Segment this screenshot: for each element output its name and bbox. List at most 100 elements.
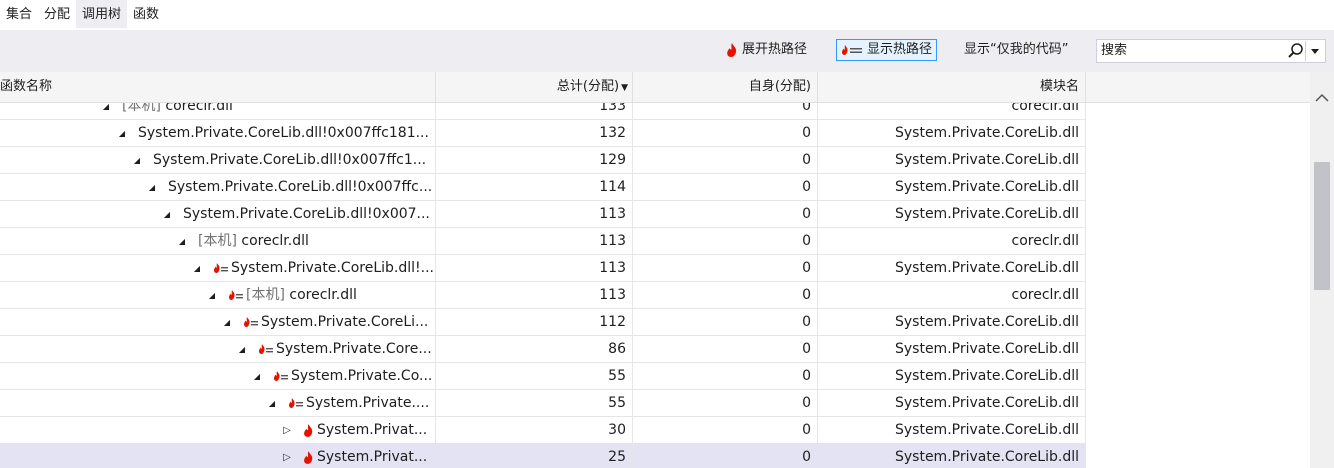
native-prefix: [本机] <box>246 286 290 303</box>
tab-functions[interactable]: 函数 <box>127 0 165 28</box>
function-name-wrap: ◢ System.Private.CoreLib.dll!0x007ffc... <box>146 174 432 200</box>
vertical-scrollbar[interactable] <box>1310 72 1334 468</box>
cell-module: coreclr.dll <box>818 103 1086 119</box>
cell-function-name: ◢ System.Private.Core... <box>0 336 436 362</box>
cell-total: 113 <box>436 282 633 308</box>
search-input[interactable] <box>1101 42 1281 58</box>
collapse-arrow-icon[interactable]: ◢ <box>191 255 203 282</box>
table-row[interactable]: ◢ System.Private.CoreLib.dll!0x007ffc... 1… <box>0 174 1086 201</box>
hot-path-icon <box>243 317 258 327</box>
cell-self: 0 <box>633 103 818 119</box>
table-row[interactable]: ◢ System.Private.CoreLib.dll!0x007... 113 0… <box>0 201 1086 228</box>
table-row[interactable]: ◢ [本机] coreclr.dll 133 0 coreclr.dll <box>0 103 1086 120</box>
collapse-arrow-icon[interactable]: ◢ <box>206 282 218 309</box>
cell-total: 132 <box>436 120 633 146</box>
cell-function-name: ▷ System.Privat... <box>0 417 436 443</box>
tab-call-tree[interactable]: 调用树 <box>76 0 128 28</box>
table-row[interactable]: ◢ [本机] coreclr.dll 113 0 coreclr.dll <box>0 282 1086 309</box>
show-hot-path-button[interactable]: 显示热路径 <box>836 39 938 61</box>
table-row[interactable]: ◢ System.Private.CoreLib.dll!... 113 0 Syste… <box>0 255 1086 282</box>
collapse-arrow-icon[interactable]: ◢ <box>100 103 112 120</box>
scrollbar-thumb[interactable] <box>1314 162 1330 290</box>
cell-total: 113 <box>436 255 633 281</box>
cell-self: 0 <box>633 120 818 146</box>
cell-self: 0 <box>633 363 818 389</box>
column-function-name[interactable]: 函数名称 <box>0 72 436 102</box>
cell-total: 114 <box>436 174 633 200</box>
cell-module: coreclr.dll <box>818 228 1086 254</box>
collapse-arrow-icon[interactable]: ◢ <box>266 390 278 417</box>
cell-self: 0 <box>633 255 818 281</box>
cell-total: 55 <box>436 363 633 389</box>
table-row[interactable]: ◢ [本机] coreclr.dll 113 0 coreclr.dll <box>0 228 1086 255</box>
cell-module: System.Private.CoreLib.dll <box>818 255 1086 281</box>
cell-function-name: ◢ System.Private.CoreLib.dll!... <box>0 255 436 281</box>
collapse-arrow-icon[interactable]: ◢ <box>236 336 248 363</box>
table-row[interactable]: ◢ System.Private.CoreLib.dll!0x007ffc181.… <box>0 120 1086 147</box>
just-my-code-button[interactable]: 显示“仅我的代码” <box>964 39 1068 61</box>
column-module[interactable]: 模块名 <box>818 72 1086 102</box>
table-row[interactable]: ▷ System.Privat... 30 0 System.Private.CoreL… <box>0 417 1086 444</box>
column-total[interactable]: 总计(分配) ▼ <box>436 72 633 102</box>
table-row[interactable]: ◢ System.Private.Co... 55 0 System.Private.C… <box>0 363 1086 390</box>
function-name-wrap: ▷ System.Privat... <box>281 444 427 468</box>
cell-module: System.Private.CoreLib.dll <box>818 174 1086 200</box>
function-name-wrap: ◢ [本机] coreclr.dll <box>176 228 309 254</box>
cell-total: 113 <box>436 228 633 254</box>
cell-function-name: ◢ [本机] coreclr.dll <box>0 282 436 308</box>
collapse-arrow-icon[interactable]: ◢ <box>251 363 263 390</box>
cell-total: 113 <box>436 201 633 227</box>
chevron-down-icon[interactable] <box>1305 41 1324 61</box>
function-name-wrap: ◢ [本机] coreclr.dll <box>206 282 357 308</box>
table-row[interactable]: ▷ System.Privat... 25 0 System.Private.CoreL… <box>0 444 1086 468</box>
hot-path-icon <box>213 263 228 273</box>
cell-function-name: ▷ System.Privat... <box>0 444 436 468</box>
expand-arrow-icon[interactable]: ▷ <box>281 444 293 468</box>
cell-self: 0 <box>633 282 818 308</box>
hot-path-icon <box>273 371 288 381</box>
cell-self: 0 <box>633 336 818 362</box>
flame-icon <box>304 423 313 437</box>
cell-self: 0 <box>633 309 818 335</box>
collapse-arrow-icon[interactable]: ◢ <box>221 309 233 336</box>
scroll-up-icon[interactable] <box>1314 92 1330 104</box>
search-icon[interactable] <box>1287 41 1305 61</box>
table-row[interactable]: ◢ System.Private.Core... 86 0 System.Private… <box>0 336 1086 363</box>
cell-total: 86 <box>436 336 633 362</box>
cell-function-name: ◢ System.Private.CoreLib.dll!0x007... <box>0 201 436 227</box>
native-prefix: [本机] <box>122 103 166 114</box>
cell-self: 0 <box>633 390 818 416</box>
cell-function-name: ◢ [本机] coreclr.dll <box>0 103 436 119</box>
function-name-wrap: ◢ System.Private.Co... <box>251 363 432 389</box>
tab-allocation[interactable]: 分配 <box>38 0 76 28</box>
sort-desc-icon: ▼ <box>621 83 628 93</box>
tab-collection[interactable]: 集合 <box>0 0 38 28</box>
table-row[interactable]: ◢ System.Private.CoreLib.dll!0x007ffc1...… <box>0 147 1086 174</box>
function-name: System.Private.Core... <box>276 340 432 357</box>
view-tabs: 集合 分配 调用树 函数 <box>0 0 165 30</box>
collapse-arrow-icon[interactable]: ◢ <box>176 228 188 255</box>
function-name: System.Private.CoreLib.dll!0x007... <box>183 205 430 222</box>
expand-hot-path-button[interactable]: 展开热路径 <box>726 39 807 61</box>
table-row[interactable]: ◢ System.Private.... 55 0 System.Private.Cor… <box>0 390 1086 417</box>
hot-path-icon <box>288 398 303 408</box>
collapse-arrow-icon[interactable]: ◢ <box>131 147 143 174</box>
expand-arrow-icon[interactable]: ▷ <box>281 417 293 444</box>
show-hot-path-label: 显示热路径 <box>867 42 933 57</box>
function-name: System.Private.CoreLib.dll!0x007ffc181..… <box>138 124 429 141</box>
function-name: System.Privat... <box>317 448 428 465</box>
cell-module: System.Private.CoreLib.dll <box>818 363 1086 389</box>
function-name-wrap: ◢ System.Private.Core... <box>236 336 432 362</box>
column-self[interactable]: 自身(分配) <box>633 72 818 102</box>
cell-module: System.Private.CoreLib.dll <box>818 444 1086 468</box>
cell-self: 0 <box>633 147 818 173</box>
cell-module: System.Private.CoreLib.dll <box>818 336 1086 362</box>
collapse-arrow-icon[interactable]: ◢ <box>146 174 158 201</box>
collapse-arrow-icon[interactable]: ◢ <box>161 201 173 228</box>
cell-self: 0 <box>633 417 818 443</box>
function-name-wrap: ◢ System.Private.CoreLib.dll!... <box>191 255 434 281</box>
table-row[interactable]: ◢ System.Private.CoreLi... 112 0 System.Priv… <box>0 309 1086 336</box>
column-header: 函数名称 总计(分配) ▼ 自身(分配) 模块名 <box>0 72 1310 103</box>
collapse-arrow-icon[interactable]: ◢ <box>116 120 128 147</box>
function-name-wrap: ◢ System.Private.... <box>266 390 429 416</box>
